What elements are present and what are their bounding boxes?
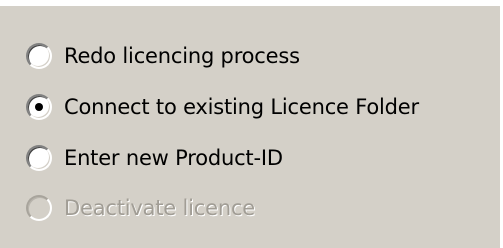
radio-deactivate-licence xyxy=(26,195,52,221)
option-connect-existing-folder[interactable]: Connect to existing Licence Folder xyxy=(26,89,419,125)
option-redo-licencing[interactable]: Redo licencing process xyxy=(26,38,300,74)
radio-redo-licencing[interactable] xyxy=(26,43,52,69)
option-label: Connect to existing Licence Folder xyxy=(64,95,419,119)
option-label: Redo licencing process xyxy=(64,44,300,68)
radio-enter-product-id[interactable] xyxy=(26,145,52,171)
option-label: Enter new Product-ID xyxy=(64,146,283,170)
option-enter-product-id[interactable]: Enter new Product-ID xyxy=(26,140,283,176)
radio-dot-icon xyxy=(35,103,43,111)
radio-connect-existing-folder[interactable] xyxy=(26,94,52,120)
option-deactivate-licence: Deactivate licence xyxy=(26,190,255,226)
licence-options-panel: Redo licencing process Connect to existi… xyxy=(0,6,503,248)
option-label: Deactivate licence xyxy=(64,196,256,220)
